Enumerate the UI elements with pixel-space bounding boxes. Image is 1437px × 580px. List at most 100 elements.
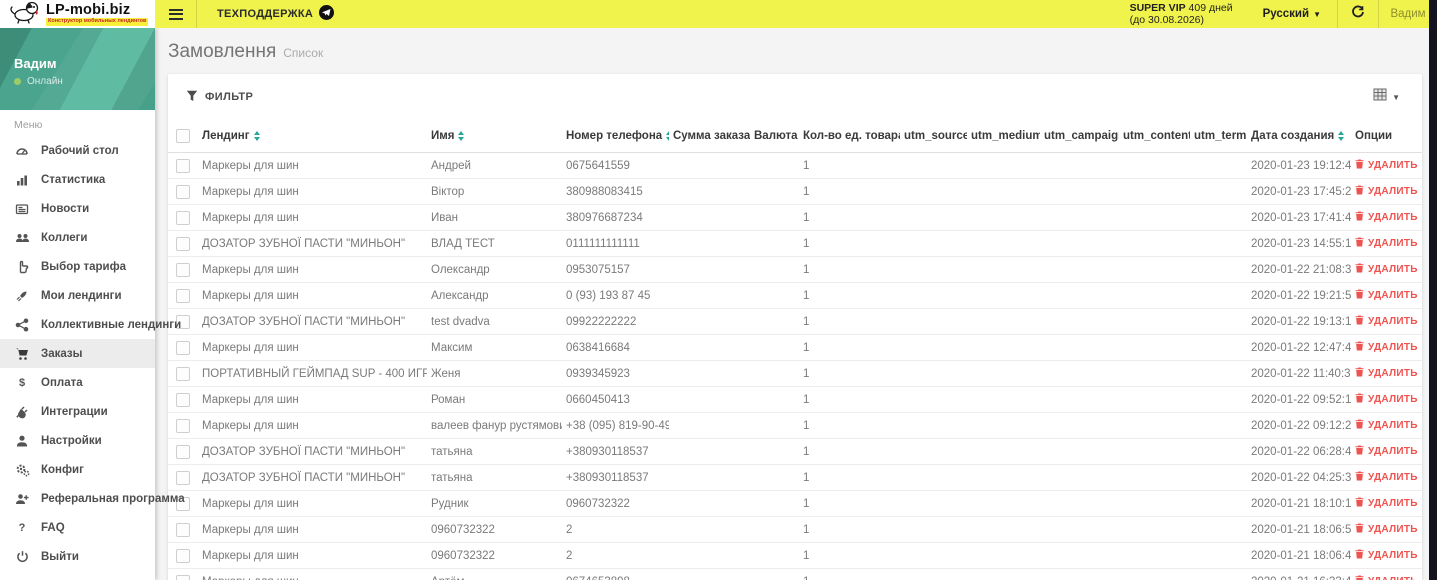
- cell-utm-campaign: [1040, 204, 1119, 231]
- column-header-name[interactable]: Имя: [427, 120, 562, 153]
- column-header-phone[interactable]: Номер телефона: [562, 120, 669, 153]
- row-checkbox[interactable]: [176, 210, 190, 225]
- select-all-checkbox[interactable]: [176, 129, 190, 143]
- sidebar-item-news[interactable]: Новости: [0, 194, 155, 223]
- plan-until: (до 30.08.2026): [1129, 14, 1205, 26]
- delete-button[interactable]: УДАЛИТЬ: [1355, 185, 1418, 198]
- cell-quantity: 1: [799, 178, 900, 205]
- cell-landing: Маркеры для шин: [198, 256, 427, 283]
- sidebar-item-statistics[interactable]: Статистика: [0, 165, 155, 194]
- table-header-row: Лендинг Имя Номер телефона Сумма заказа …: [168, 120, 1422, 153]
- row-checkbox[interactable]: [176, 392, 190, 407]
- tech-support-button[interactable]: ТЕХПОДДЕРЖКА: [217, 0, 335, 28]
- orders-table: Лендинг Имя Номер телефона Сумма заказа …: [168, 120, 1422, 580]
- cell-utm-term: [1119, 256, 1190, 283]
- row-checkbox[interactable]: [176, 522, 190, 537]
- delete-button[interactable]: УДАЛИТЬ: [1355, 211, 1418, 224]
- cell-phone: 0939345923: [562, 360, 669, 387]
- row-checkbox[interactable]: [176, 548, 190, 563]
- delete-button[interactable]: УДАЛИТЬ: [1355, 159, 1418, 172]
- trash-icon: [1355, 211, 1364, 224]
- delete-button[interactable]: УДАЛИТЬ: [1355, 289, 1418, 302]
- cell-quantity: 1: [799, 334, 900, 361]
- cell-order-sum: [669, 308, 750, 335]
- topbar-main: ТЕХПОДДЕРЖКА SUPER VIP 409 дней (до 30.0…: [155, 0, 1437, 28]
- row-checkbox[interactable]: [176, 184, 190, 199]
- delete-button[interactable]: УДАЛИТЬ: [1355, 263, 1418, 276]
- cell-currency: [750, 516, 799, 543]
- sidebar-item-dashboard[interactable]: Рабочий стол: [0, 136, 155, 165]
- sidebar-toggle-button[interactable]: [155, 0, 196, 28]
- cell-utm-source: [900, 334, 967, 361]
- sidebar-item-integrations[interactable]: Интеграции: [0, 397, 155, 426]
- sidebar-item-referral[interactable]: Реферальная программа: [0, 484, 185, 513]
- delete-button[interactable]: УДАЛИТЬ: [1355, 315, 1418, 328]
- columns-toggle-button[interactable]: ▼: [1373, 88, 1400, 106]
- sidebar-item-collective-landings[interactable]: Коллективные лендинги: [0, 310, 181, 339]
- trash-icon: [1355, 341, 1364, 354]
- sidebar-item-tariff[interactable]: Выбор тарифа: [0, 252, 155, 281]
- logo[interactable]: LP-mobi.biz Конструктор мобильных лендин…: [0, 0, 155, 28]
- column-header-created[interactable]: Дата создания: [1247, 120, 1351, 153]
- column-header-utm-medium: utm_medium: [967, 120, 1040, 153]
- delete-button[interactable]: УДАЛИТЬ: [1355, 393, 1418, 406]
- row-checkbox[interactable]: [176, 418, 190, 433]
- cell-order-sum: [669, 230, 750, 257]
- sidebar-item-orders[interactable]: Заказы: [0, 339, 155, 368]
- delete-button[interactable]: УДАЛИТЬ: [1355, 367, 1418, 380]
- cell-utm-term: [1119, 412, 1190, 439]
- cell-currency: [750, 386, 799, 413]
- row-checkbox[interactable]: [176, 366, 190, 381]
- refresh-button[interactable]: [1338, 0, 1378, 28]
- delete-button[interactable]: УДАЛИТЬ: [1355, 575, 1418, 580]
- filter-button[interactable]: ФИЛЬТР: [186, 90, 253, 105]
- column-header-order-sum: Сумма заказа: [669, 120, 750, 153]
- row-checkbox[interactable]: [176, 158, 190, 173]
- cell-utm-term: [1119, 282, 1190, 309]
- trash-icon: [1355, 185, 1364, 198]
- delete-button[interactable]: УДАЛИТЬ: [1355, 237, 1418, 250]
- cell-phone: +38 (095) 819-90-49: [562, 412, 669, 439]
- sidebar-item-colleagues[interactable]: Коллеги: [0, 223, 155, 252]
- row-checkbox[interactable]: [176, 470, 190, 485]
- row-checkbox[interactable]: [176, 574, 190, 580]
- row-checkbox[interactable]: [176, 444, 190, 459]
- sidebar-item-config[interactable]: Конфиг: [0, 455, 155, 484]
- language-selector[interactable]: Русский ▼: [1247, 0, 1337, 28]
- cell-utm-campaign: [1040, 438, 1119, 465]
- cell-name: Віктор: [427, 178, 562, 205]
- online-status-dot: [14, 78, 21, 85]
- cell-order-sum: [669, 334, 750, 361]
- sidebar-item-payment[interactable]: $ Оплата: [0, 368, 155, 397]
- cell-utm-medium: [967, 334, 1040, 361]
- delete-button[interactable]: УДАЛИТЬ: [1355, 523, 1418, 536]
- cell-utm-term: [1119, 490, 1190, 517]
- cell-phone: 380988083415: [562, 178, 669, 205]
- sidebar-item-my-landings[interactable]: Мои лендинги: [0, 281, 155, 310]
- row-checkbox[interactable]: [176, 288, 190, 303]
- cell-utm-term: [1119, 230, 1190, 257]
- cell-created: 2020-01-22 19:13:19: [1247, 308, 1351, 335]
- delete-button[interactable]: УДАЛИТЬ: [1355, 497, 1418, 510]
- cell-utm-content: [1190, 230, 1247, 257]
- delete-button[interactable]: УДАЛИТЬ: [1355, 445, 1418, 458]
- cell-utm-content: [1190, 386, 1247, 413]
- row-checkbox[interactable]: [176, 236, 190, 251]
- row-checkbox[interactable]: [176, 340, 190, 355]
- trash-icon: [1355, 497, 1364, 510]
- telegram-icon: [319, 5, 335, 23]
- cell-utm-content: [1190, 282, 1247, 309]
- row-checkbox[interactable]: [176, 262, 190, 277]
- cell-utm-campaign: [1040, 360, 1119, 387]
- sidebar-item-settings[interactable]: Настройки: [0, 426, 155, 455]
- cell-created: 2020-01-23 14:55:18: [1247, 230, 1351, 257]
- column-header-landing[interactable]: Лендинг: [198, 120, 427, 153]
- cell-utm-medium: [967, 438, 1040, 465]
- sort-icon: [666, 130, 669, 141]
- delete-button[interactable]: УДАЛИТЬ: [1355, 341, 1418, 354]
- sidebar-item-logout[interactable]: Выйти: [0, 542, 155, 571]
- delete-button[interactable]: УДАЛИТЬ: [1355, 419, 1418, 432]
- sidebar-item-faq[interactable]: ? FAQ: [0, 513, 155, 542]
- delete-button[interactable]: УДАЛИТЬ: [1355, 549, 1418, 562]
- delete-button[interactable]: УДАЛИТЬ: [1355, 471, 1418, 484]
